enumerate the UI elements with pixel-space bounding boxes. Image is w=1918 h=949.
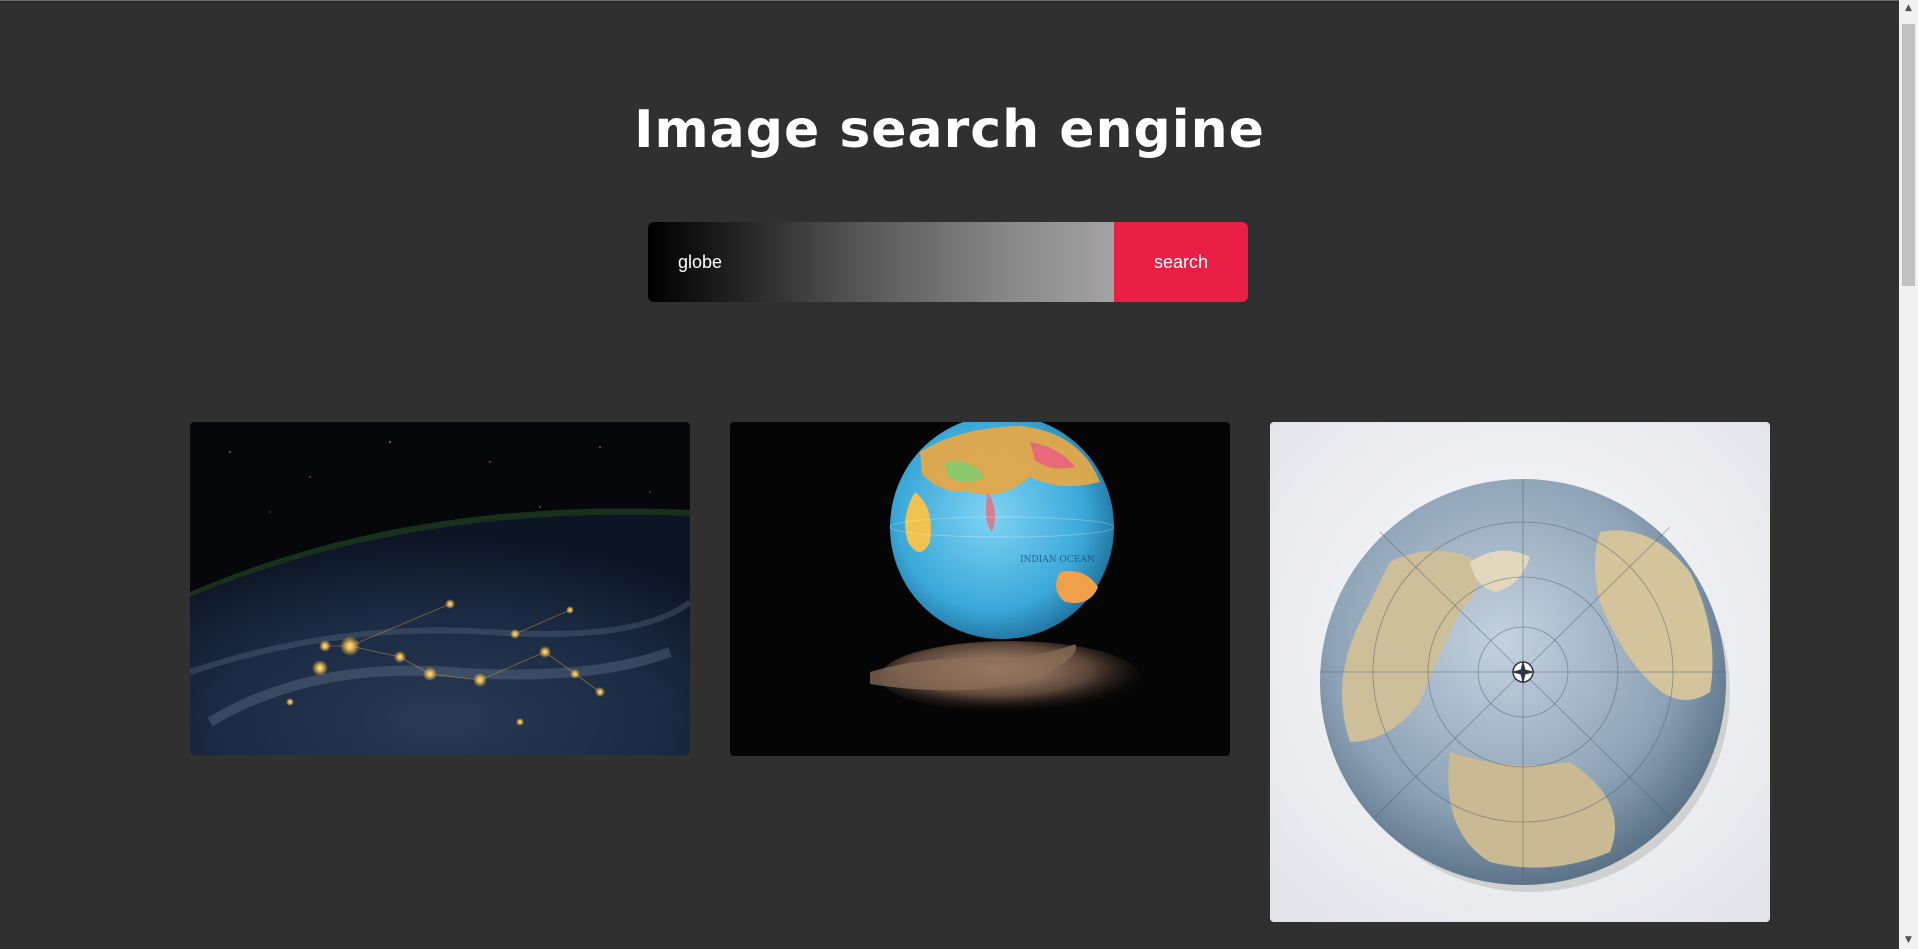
page-title: Image search engine xyxy=(634,100,1265,160)
earth-night-image xyxy=(190,422,690,755)
chevron-down-icon[interactable]: ▼ xyxy=(1899,932,1918,949)
search-input[interactable] xyxy=(648,222,1114,302)
vertical-scrollbar[interactable]: ▲ ▼ xyxy=(1899,0,1918,949)
globe-hand-image: INDIAN OCEAN xyxy=(730,422,1230,756)
result-image-globe-hand[interactable]: INDIAN OCEAN xyxy=(730,422,1230,756)
result-image-antique-globe[interactable] xyxy=(1270,422,1770,922)
svg-text:INDIAN OCEAN: INDIAN OCEAN xyxy=(1020,555,1095,565)
result-image-earth-night[interactable] xyxy=(190,422,690,755)
antique-globe-image xyxy=(1270,422,1770,922)
page: Image search engine search xyxy=(0,0,1899,949)
scrollbar-thumb[interactable] xyxy=(1902,24,1915,286)
chevron-up-icon[interactable]: ▲ xyxy=(1899,0,1918,17)
search-form: search xyxy=(648,222,1248,302)
search-button[interactable]: search xyxy=(1114,222,1248,302)
